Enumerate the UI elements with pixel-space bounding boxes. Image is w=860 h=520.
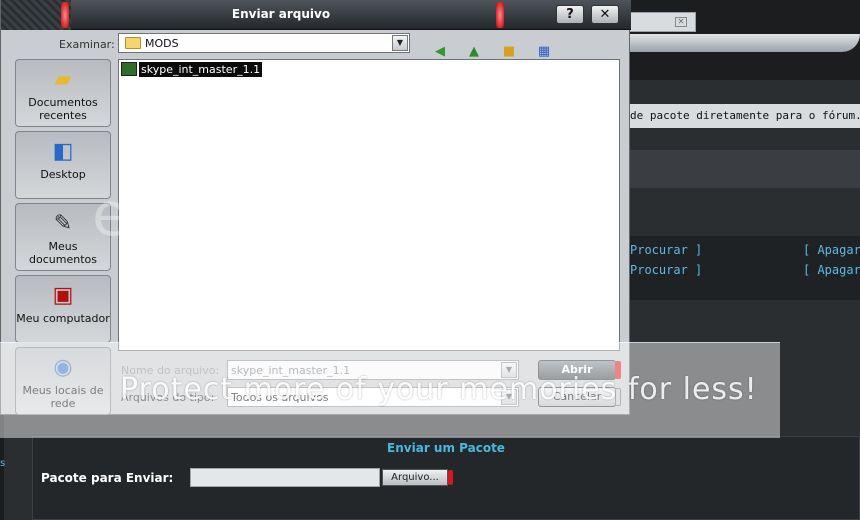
up-folder-icon[interactable]: ▲ xyxy=(465,44,483,60)
place-label: Meu computador xyxy=(16,312,110,325)
my-computer-icon: ▣ xyxy=(52,283,74,308)
dialog-title: Enviar arquivo xyxy=(231,7,331,21)
back-icon[interactable]: ◀ xyxy=(431,44,449,60)
upload-title: Enviar um Pacote xyxy=(387,441,505,455)
list-item[interactable]: skype_int_master_1.1 xyxy=(121,61,263,77)
recent-documents-icon: ▰ xyxy=(54,67,72,92)
place-recent[interactable]: ▰ Documentos recentes xyxy=(15,59,111,127)
info-text: de pacote diretamente para o fórum. xyxy=(630,109,860,122)
upload-panel: Enviar um Pacote Pacote para Enviar: Arq… xyxy=(32,436,860,520)
page-panel xyxy=(628,150,860,188)
page-tab[interactable]: ✕ xyxy=(628,12,696,32)
file-list[interactable]: skype_int_master_1.1 xyxy=(118,59,620,351)
dialog-titlebar[interactable]: Enviar arquivo ? ✕ xyxy=(1,0,631,30)
place-my-computer[interactable]: ▣ Meu computador xyxy=(15,275,111,343)
lookin-label: Examinar: xyxy=(59,38,115,51)
chevron-down-icon[interactable]: ▼ xyxy=(392,35,408,51)
folder-icon xyxy=(125,37,141,49)
upload-label: Pacote para Enviar: xyxy=(41,471,174,485)
delete-link[interactable]: [ Apagar xyxy=(803,243,860,257)
page-banner xyxy=(628,34,860,52)
watermark-logo: et xyxy=(92,180,153,250)
search-link[interactable]: Procurar ] xyxy=(630,243,702,257)
my-documents-icon: ✎ xyxy=(53,211,73,236)
delete-link[interactable]: [ Apagar xyxy=(803,263,860,277)
file-name: skype_int_master_1.1 xyxy=(139,61,263,77)
lookin-value: MODS xyxy=(145,37,179,50)
close-button[interactable]: ✕ xyxy=(591,5,619,24)
place-label: Documentos recentes xyxy=(28,96,98,122)
upload-file-field[interactable] xyxy=(190,468,380,487)
side-text: s xyxy=(0,458,6,469)
lookin-combo[interactable]: MODS ▼ xyxy=(118,33,410,53)
search-link[interactable]: Procurar ] xyxy=(630,263,702,277)
package-icon xyxy=(121,62,137,76)
help-button[interactable]: ? xyxy=(556,5,584,24)
page-info-strip: de pacote diretamente para o fórum. xyxy=(628,104,860,128)
desktop-icon: ◧ xyxy=(52,139,74,164)
new-folder-icon[interactable]: ■ xyxy=(500,44,518,60)
close-icon[interactable]: ✕ xyxy=(675,17,687,27)
watermark-text: Protect more of your memories for less! xyxy=(120,372,758,407)
browse-button[interactable]: Arquivo... xyxy=(382,469,453,486)
view-menu-icon[interactable]: ▦ xyxy=(535,44,553,60)
